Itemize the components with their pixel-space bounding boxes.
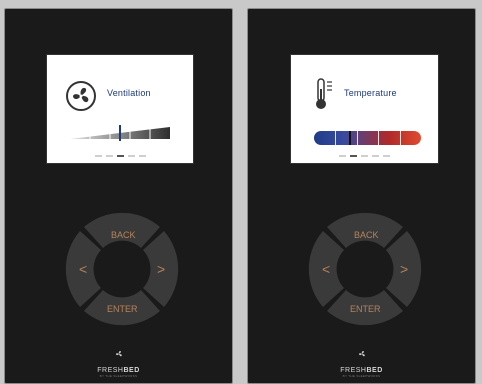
direction-pad: BACK ENTER < > [306,210,424,328]
right-arrow-button[interactable]: > [400,261,408,277]
screen-title: Temperature [344,88,397,98]
page-dot[interactable] [127,155,135,157]
brand-tagline: BY THE SLEEPWORKS [342,374,381,378]
right-arrow-button[interactable]: > [157,261,165,277]
page-dot[interactable] [361,155,368,157]
left-arrow-button[interactable]: < [79,261,87,277]
page-dot[interactable] [138,155,146,157]
enter-button[interactable]: ENTER [350,304,381,314]
brand-logo: FRESHBED BY THE SLEEPWORKS [248,347,475,378]
brand-name: FRESHBED [97,367,140,374]
page-indicator [291,155,438,157]
page-dot[interactable] [372,155,379,157]
brand-tagline: BY THE SLEEPWORKS [99,374,138,378]
fan-logo-icon [358,350,365,357]
page-dot[interactable] [105,155,113,157]
screen-title: Ventilation [107,88,151,98]
control-panel-ventilation: Ventilation BACK ENTER < > FRESHBED BY T… [4,8,233,384]
fan-logo-icon [115,350,122,357]
page-dot[interactable] [383,155,390,157]
page-indicator [47,155,193,157]
temperature-level-bar [314,131,421,145]
page-dot[interactable] [94,155,102,157]
back-button[interactable]: BACK [111,230,136,240]
display-screen: Ventilation [46,54,194,164]
brand-name: FRESHBED [340,367,383,374]
brand-logo: FRESHBED BY THE SLEEPWORKS [5,347,232,378]
thermometer-icon [313,77,335,116]
direction-pad: BACK ENTER < > [63,210,181,328]
back-button[interactable]: BACK [354,230,379,240]
ventilation-level-ramp [70,125,170,141]
enter-button[interactable]: ENTER [107,304,138,314]
page-dot-active[interactable] [350,155,357,157]
page-dot[interactable] [339,155,346,157]
control-panel-temperature: Temperature BACK ENTER < > FRESHBED BY T… [247,8,476,384]
display-screen: Temperature [290,54,439,164]
temperature-needle[interactable] [349,131,351,145]
fan-icon [65,80,97,117]
page-dot-active[interactable] [116,155,124,157]
left-arrow-button[interactable]: < [322,261,330,277]
